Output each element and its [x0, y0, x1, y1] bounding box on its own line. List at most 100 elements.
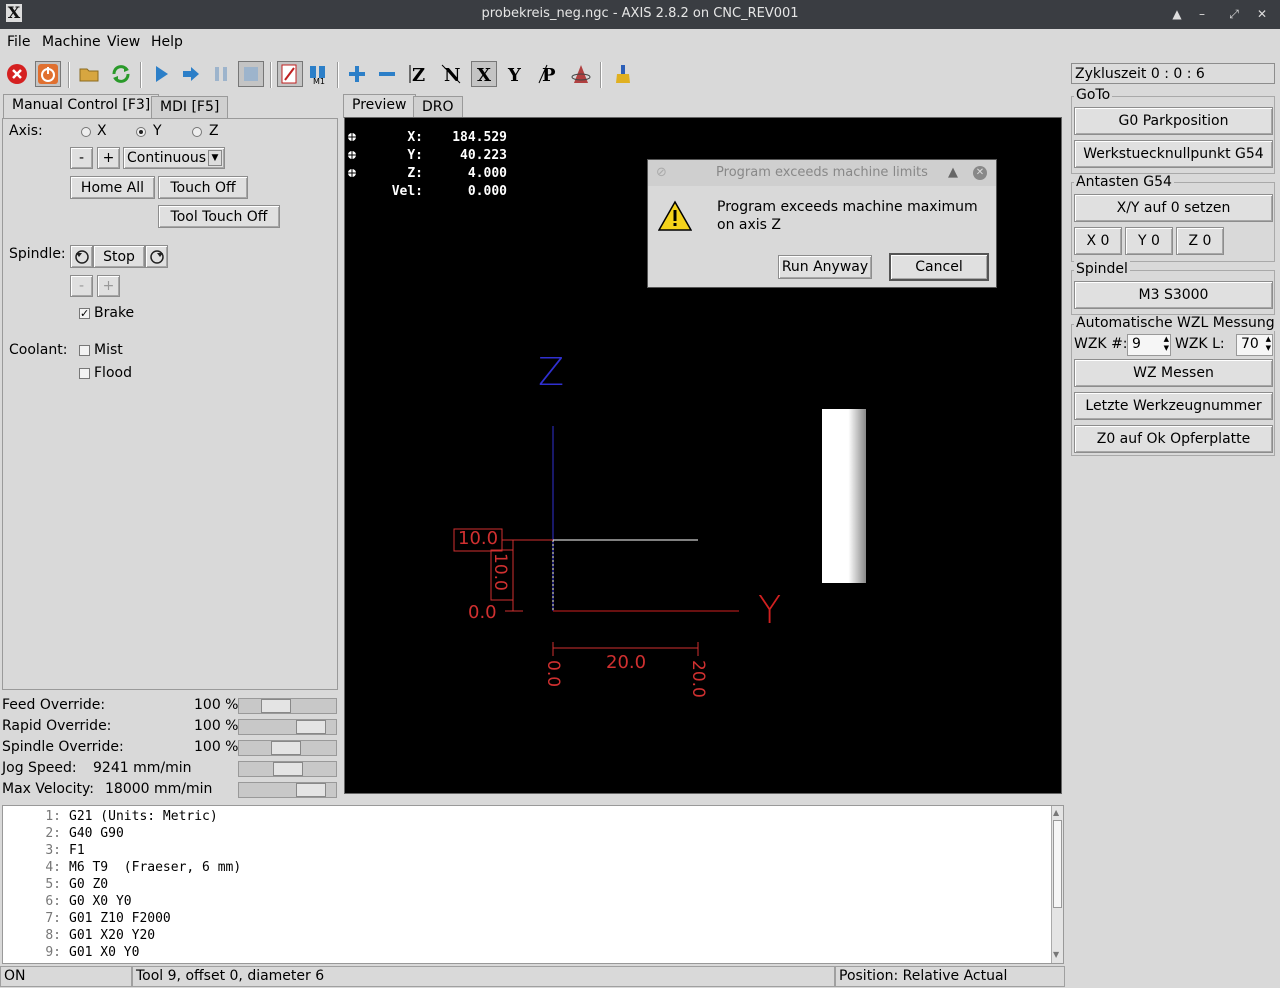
z0-opferplatte-button[interactable]: Z0 auf Ok Opferplatte	[1074, 425, 1273, 453]
gcode-listing[interactable]: 1: G21 (Units: Metric) 2: G40 G90 3: F1 4: M6 T…	[2, 805, 1064, 964]
menu-help[interactable]: Help	[151, 34, 183, 50]
override-slider[interactable]	[238, 719, 337, 735]
g0-park-button[interactable]: G0 Parkposition	[1074, 107, 1273, 135]
view-y-icon[interactable]: Y	[502, 61, 528, 87]
code-line[interactable]: 2: G40 G90	[3, 826, 123, 841]
menu-view[interactable]: View	[107, 34, 140, 50]
scroll-thumb[interactable]	[1053, 820, 1062, 908]
wzk-num-spinbox[interactable]: 9 ▲ ▼	[1127, 334, 1171, 356]
optional-stop-icon[interactable]: M1	[306, 61, 332, 87]
keep-above-icon[interactable]: ▲	[1168, 5, 1186, 23]
view-z2-icon[interactable]: N	[438, 61, 464, 87]
code-line[interactable]: 5: G0 Z0	[3, 877, 108, 892]
spin-arrows-icon[interactable]: ▲ ▼	[1266, 335, 1271, 353]
status-position: Position: Relative Actual	[835, 966, 1065, 987]
axis-z-radio[interactable]	[192, 127, 202, 137]
jog-plus-button[interactable]: +	[97, 147, 120, 169]
dialog-close-icon[interactable]: ✕	[973, 166, 987, 180]
spindle-faster-button[interactable]: +	[97, 275, 120, 297]
mist-checkbox[interactable]	[79, 345, 90, 356]
code-line[interactable]: 7: G01 Z10 F2000	[3, 911, 170, 926]
slider-thumb[interactable]	[296, 783, 326, 797]
werkstueck-button[interactable]: Werkstuecknullpunkt G54	[1074, 140, 1273, 168]
dro-x: X: 184.529	[407, 130, 507, 145]
letzte-werkzeugnummer-button[interactable]: Letzte Werkzeugnummer	[1074, 392, 1273, 420]
spindle-ccw-button[interactable]	[70, 245, 93, 268]
gcode-scrollbar[interactable]: ▲ ▼	[1051, 806, 1063, 963]
z0-button[interactable]: Z 0	[1176, 227, 1224, 255]
scroll-up-icon[interactable]: ▲	[1053, 808, 1059, 817]
brake-checkbox[interactable]: ✓	[79, 308, 90, 319]
tab-preview[interactable]: Preview	[343, 94, 416, 118]
dialog-title-bar: Program exceeds machine limits ⊘ ▲ ✕	[648, 160, 996, 186]
clear-plot-icon[interactable]	[610, 61, 636, 87]
stop-icon[interactable]	[238, 61, 264, 87]
tab-mdi[interactable]: MDI [F5]	[151, 96, 229, 118]
jog-mode-value: Continuous	[127, 150, 207, 166]
touch-off-button[interactable]: Touch Off	[158, 176, 248, 199]
run-icon[interactable]	[148, 61, 174, 87]
open-file-icon[interactable]	[76, 61, 102, 87]
override-value: 18000 mm/min	[105, 781, 213, 797]
scroll-down-icon[interactable]: ▼	[1053, 950, 1059, 959]
zoom-in-icon[interactable]	[344, 61, 370, 87]
view-z-icon[interactable]: Z	[406, 61, 432, 87]
rotate-view-icon[interactable]	[568, 61, 594, 87]
spin-arrows-icon[interactable]: ▲ ▼	[1164, 335, 1169, 353]
spindle-slower-button[interactable]: -	[70, 275, 93, 297]
code-line[interactable]: 6: G0 X0 Y0	[3, 894, 131, 909]
slider-thumb[interactable]	[273, 762, 303, 776]
override-slider[interactable]	[238, 698, 337, 714]
machine-power-icon[interactable]	[35, 61, 61, 87]
spindle-stop-button[interactable]: Stop	[93, 245, 145, 268]
pause-icon[interactable]	[208, 61, 234, 87]
home-all-button[interactable]: Home All	[70, 176, 155, 199]
axis-y-radio[interactable]	[136, 127, 146, 137]
step-icon[interactable]	[178, 61, 204, 87]
view-p-icon[interactable]: P	[535, 61, 561, 87]
slider-thumb[interactable]	[271, 741, 301, 755]
cancel-button[interactable]: Cancel	[889, 253, 989, 281]
wz-messen-button[interactable]: WZ Messen	[1074, 359, 1273, 387]
override-value: 9241 mm/min	[93, 760, 192, 776]
x0-button[interactable]: X 0	[1074, 227, 1122, 255]
slider-thumb[interactable]	[296, 720, 326, 734]
zoom-out-icon[interactable]	[374, 61, 400, 87]
wzk-l-spinbox[interactable]: 70 ▲ ▼	[1236, 334, 1273, 356]
jog-increment-select[interactable]: Continuous ▼	[123, 147, 225, 169]
maximize-icon[interactable]: ⤢	[1225, 5, 1243, 23]
estop-icon[interactable]	[4, 61, 30, 87]
svg-text:X: X	[477, 65, 491, 85]
jog-minus-button[interactable]: -	[70, 147, 93, 169]
dialog-keep-above-icon[interactable]: ▲	[948, 160, 958, 186]
code-line[interactable]: 4: M6 T9 (Fraeser, 6 mm)	[3, 860, 241, 875]
slider-thumb[interactable]	[261, 699, 291, 713]
reload-icon[interactable]	[108, 61, 134, 87]
xy-zero-button[interactable]: X/Y auf 0 setzen	[1074, 194, 1273, 222]
flood-checkbox[interactable]	[79, 368, 90, 379]
m3-button[interactable]: M3 S3000	[1074, 281, 1273, 309]
tool-touch-off-button[interactable]: Tool Touch Off	[158, 205, 280, 228]
y0-button[interactable]: Y 0	[1125, 227, 1173, 255]
line-number: 6:	[45, 894, 61, 909]
code-line[interactable]: 1: G21 (Units: Metric)	[3, 809, 217, 824]
run-anyway-button[interactable]: Run Anyway	[778, 255, 872, 279]
override-slider[interactable]	[238, 761, 337, 777]
close-window-icon[interactable]: ✕	[1253, 5, 1271, 23]
tab-manual-control[interactable]: Manual Control [F3]	[3, 94, 160, 118]
dialog-menu-icon[interactable]: ⊘	[656, 160, 667, 186]
spindle-cw-button[interactable]	[145, 245, 168, 268]
rotate-cw-icon	[149, 249, 164, 264]
menu-machine[interactable]: Machine	[42, 34, 101, 50]
menu-file[interactable]: File	[7, 34, 30, 50]
view-x-icon[interactable]: X	[471, 61, 497, 87]
override-slider[interactable]	[238, 740, 337, 756]
tab-dro[interactable]: DRO	[413, 96, 463, 118]
minimize-icon[interactable]: –	[1193, 5, 1211, 23]
block-delete-icon[interactable]	[277, 61, 303, 87]
axis-x-radio[interactable]	[81, 127, 91, 137]
code-line[interactable]: 9: G01 X0 Y0	[3, 945, 139, 960]
override-slider[interactable]	[238, 782, 337, 798]
code-line[interactable]: 8: G01 X20 Y20	[3, 928, 155, 943]
code-line[interactable]: 3: F1	[3, 843, 84, 858]
